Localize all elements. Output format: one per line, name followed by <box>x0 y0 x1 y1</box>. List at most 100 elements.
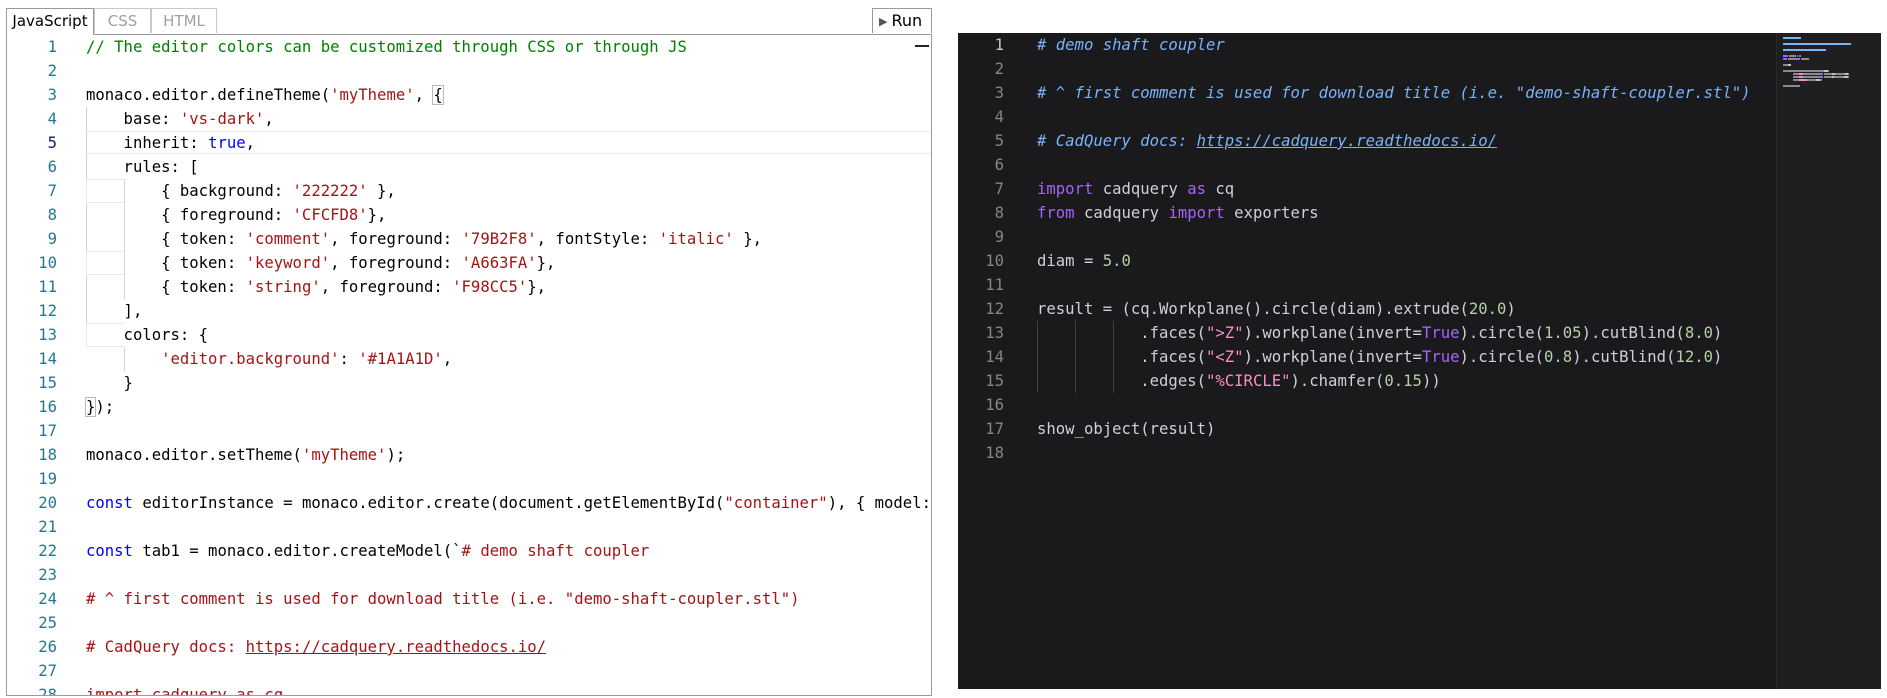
code-text: show_object(result) <box>1037 420 1216 438</box>
minimap[interactable] <box>1776 33 1881 689</box>
code-line[interactable]: }); <box>84 395 931 419</box>
line-number: 12 <box>985 300 1004 318</box>
line-number: 17 <box>38 422 57 440</box>
line-number: 14 <box>985 348 1004 366</box>
code-line[interactable]: const tab1 = monaco.editor.createModel(`… <box>86 539 931 563</box>
code-line[interactable]: import cadquery as cq <box>86 683 931 695</box>
code-text: }, <box>367 206 387 224</box>
javascript-code-editor[interactable]: 1 2 3 4 5 6 7 8 9 10 11 12 13 14 15 16 17 18 19 20 21 22 23 24 2… <box>6 34 932 696</box>
code-keyword: const <box>86 494 133 512</box>
tab-html[interactable]: HTML <box>151 8 217 33</box>
code-text: { background: <box>86 182 293 200</box>
code-line[interactable]: colors: { <box>86 323 931 347</box>
code-line[interactable]: import cadquery as cq <box>1037 177 1881 201</box>
line-number: 11 <box>985 276 1004 294</box>
code-text: , <box>245 134 256 152</box>
line-number: 4 <box>994 108 1004 126</box>
code-text: , foreground: <box>320 278 453 296</box>
code-line[interactable]: .faces("<Z").workplane(invert=True).circ… <box>1037 345 1881 369</box>
code-text: diam = <box>1037 252 1103 270</box>
code-link[interactable]: https://cadquery.readthedocs.io/ <box>246 638 546 656</box>
line-number: 17 <box>985 420 1004 438</box>
code-line[interactable]: # CadQuery docs: https://cadquery.readth… <box>1037 129 1881 153</box>
code-string: "%CIRCLE" <box>1206 372 1291 390</box>
code-line[interactable]: { token: 'comment', foreground: '79B2F8'… <box>86 227 931 251</box>
code-line[interactable]: { token: 'string', foreground: 'F98CC5'}… <box>86 275 931 299</box>
code-text: result = (cq.Workplane().circle(diam).ex… <box>1037 300 1469 318</box>
code-line[interactable] <box>1037 153 1881 177</box>
code-line[interactable]: # CadQuery docs: https://cadquery.readth… <box>86 635 931 659</box>
code-bracket: } <box>84 397 97 417</box>
minimap-line <box>1847 73 1849 75</box>
minimap-line <box>1783 58 1787 60</box>
code-line[interactable] <box>1037 57 1881 81</box>
code-area[interactable]: // The editor colors can be customized t… <box>84 35 931 695</box>
code-text: , foreground: <box>330 254 462 272</box>
minimap-line <box>1802 76 1820 78</box>
code-text: base: <box>86 110 180 128</box>
code-string: 'italic' <box>658 230 734 248</box>
code-text: .edges( <box>1037 372 1206 390</box>
code-line[interactable]: 'editor.background': '#1A1A1D', <box>86 347 931 371</box>
code-line[interactable] <box>1037 273 1881 297</box>
code-text: cq <box>1206 180 1235 198</box>
code-line[interactable]: # ^ first comment is used for download t… <box>86 587 931 611</box>
code-keyword: from <box>1037 204 1075 222</box>
code-line[interactable]: from cadquery import exporters <box>1037 201 1881 225</box>
cadquery-preview-editor[interactable]: 1 2 3 4 5 6 7 8 9 10 11 12 13 14 15 16 17 18 # demo shaft… <box>958 33 1881 689</box>
code-line[interactable] <box>86 467 931 491</box>
code-line[interactable]: { foreground: 'CFCFD8'}, <box>86 203 931 227</box>
code-line[interactable] <box>86 419 931 443</box>
code-line[interactable]: # demo shaft coupler <box>1037 33 1881 57</box>
code-line[interactable]: // The editor colors can be customized t… <box>86 35 931 59</box>
playground-pane: JavaScript CSS HTML ▶ Run 1 2 3 4 5 6 7 8 9 10 11 12… <box>6 8 932 696</box>
code-bracket: { <box>432 85 444 105</box>
code-text: .faces( <box>1037 324 1206 342</box>
code-line[interactable]: show_object(result) <box>1037 417 1881 441</box>
code-line[interactable]: # ^ first comment is used for download t… <box>1037 81 1881 105</box>
code-line[interactable] <box>86 611 931 635</box>
code-line[interactable]: result = (cq.Workplane().circle(diam).ex… <box>1037 297 1881 321</box>
line-number: 23 <box>38 566 57 584</box>
code-line[interactable]: const editorInstance = monaco.editor.cre… <box>86 491 931 515</box>
run-button[interactable]: ▶ Run <box>872 8 932 33</box>
code-line[interactable]: .faces(">Z").workplane(invert=True).circ… <box>1037 321 1881 345</box>
minimap-line <box>1794 58 1801 60</box>
line-number: 14 <box>38 350 57 368</box>
code-string: 'F98CC5' <box>452 278 528 296</box>
code-line[interactable] <box>1037 441 1881 465</box>
code-line[interactable] <box>86 59 931 83</box>
code-line[interactable] <box>86 659 931 683</box>
code-area[interactable]: # demo shaft coupler # ^ first comment is… <box>1037 33 1881 465</box>
tab-javascript[interactable]: JavaScript <box>6 8 94 35</box>
code-text: ), { model: tab1 }); <box>827 494 931 512</box>
tab-css[interactable]: CSS <box>94 8 151 33</box>
code-link[interactable]: https://cadquery.readthedocs.io/ <box>1197 132 1497 150</box>
code-line[interactable]: monaco.editor.setTheme('myTheme'); <box>86 443 931 467</box>
code-line[interactable] <box>1037 105 1881 129</box>
code-line[interactable] <box>1037 393 1881 417</box>
code-line[interactable]: diam = 5.0 <box>1037 249 1881 273</box>
minimap-line <box>1789 55 1797 57</box>
code-string: 'comment' <box>245 230 331 248</box>
code-text: ).workplane(invert= <box>1243 324 1422 342</box>
code-line[interactable]: monaco.editor.defineTheme('myTheme', { <box>86 83 931 107</box>
code-line[interactable]: rules: [ <box>86 155 931 179</box>
code-line[interactable] <box>1037 225 1881 249</box>
code-text: , <box>442 350 453 368</box>
code-line[interactable]: { background: '222222' }, <box>86 179 931 203</box>
code-line[interactable]: ], <box>86 299 931 323</box>
code-text: } <box>86 374 133 392</box>
code-number: 5.0 <box>1102 252 1131 270</box>
code-line[interactable]: .edges("%CIRCLE").chamfer(0.15)) <box>1037 369 1881 393</box>
code-line[interactable]: { token: 'keyword', foreground: 'A663FA'… <box>86 251 931 275</box>
code-line[interactable]: inherit: true, <box>86 131 931 155</box>
code-text: { token: <box>86 230 246 248</box>
code-line[interactable] <box>86 563 931 587</box>
code-line[interactable]: base: 'vs-dark', <box>86 107 931 131</box>
line-number: 2 <box>994 60 1004 78</box>
code-line[interactable] <box>86 515 931 539</box>
code-line[interactable]: } <box>86 371 931 395</box>
line-number: 19 <box>38 470 57 488</box>
